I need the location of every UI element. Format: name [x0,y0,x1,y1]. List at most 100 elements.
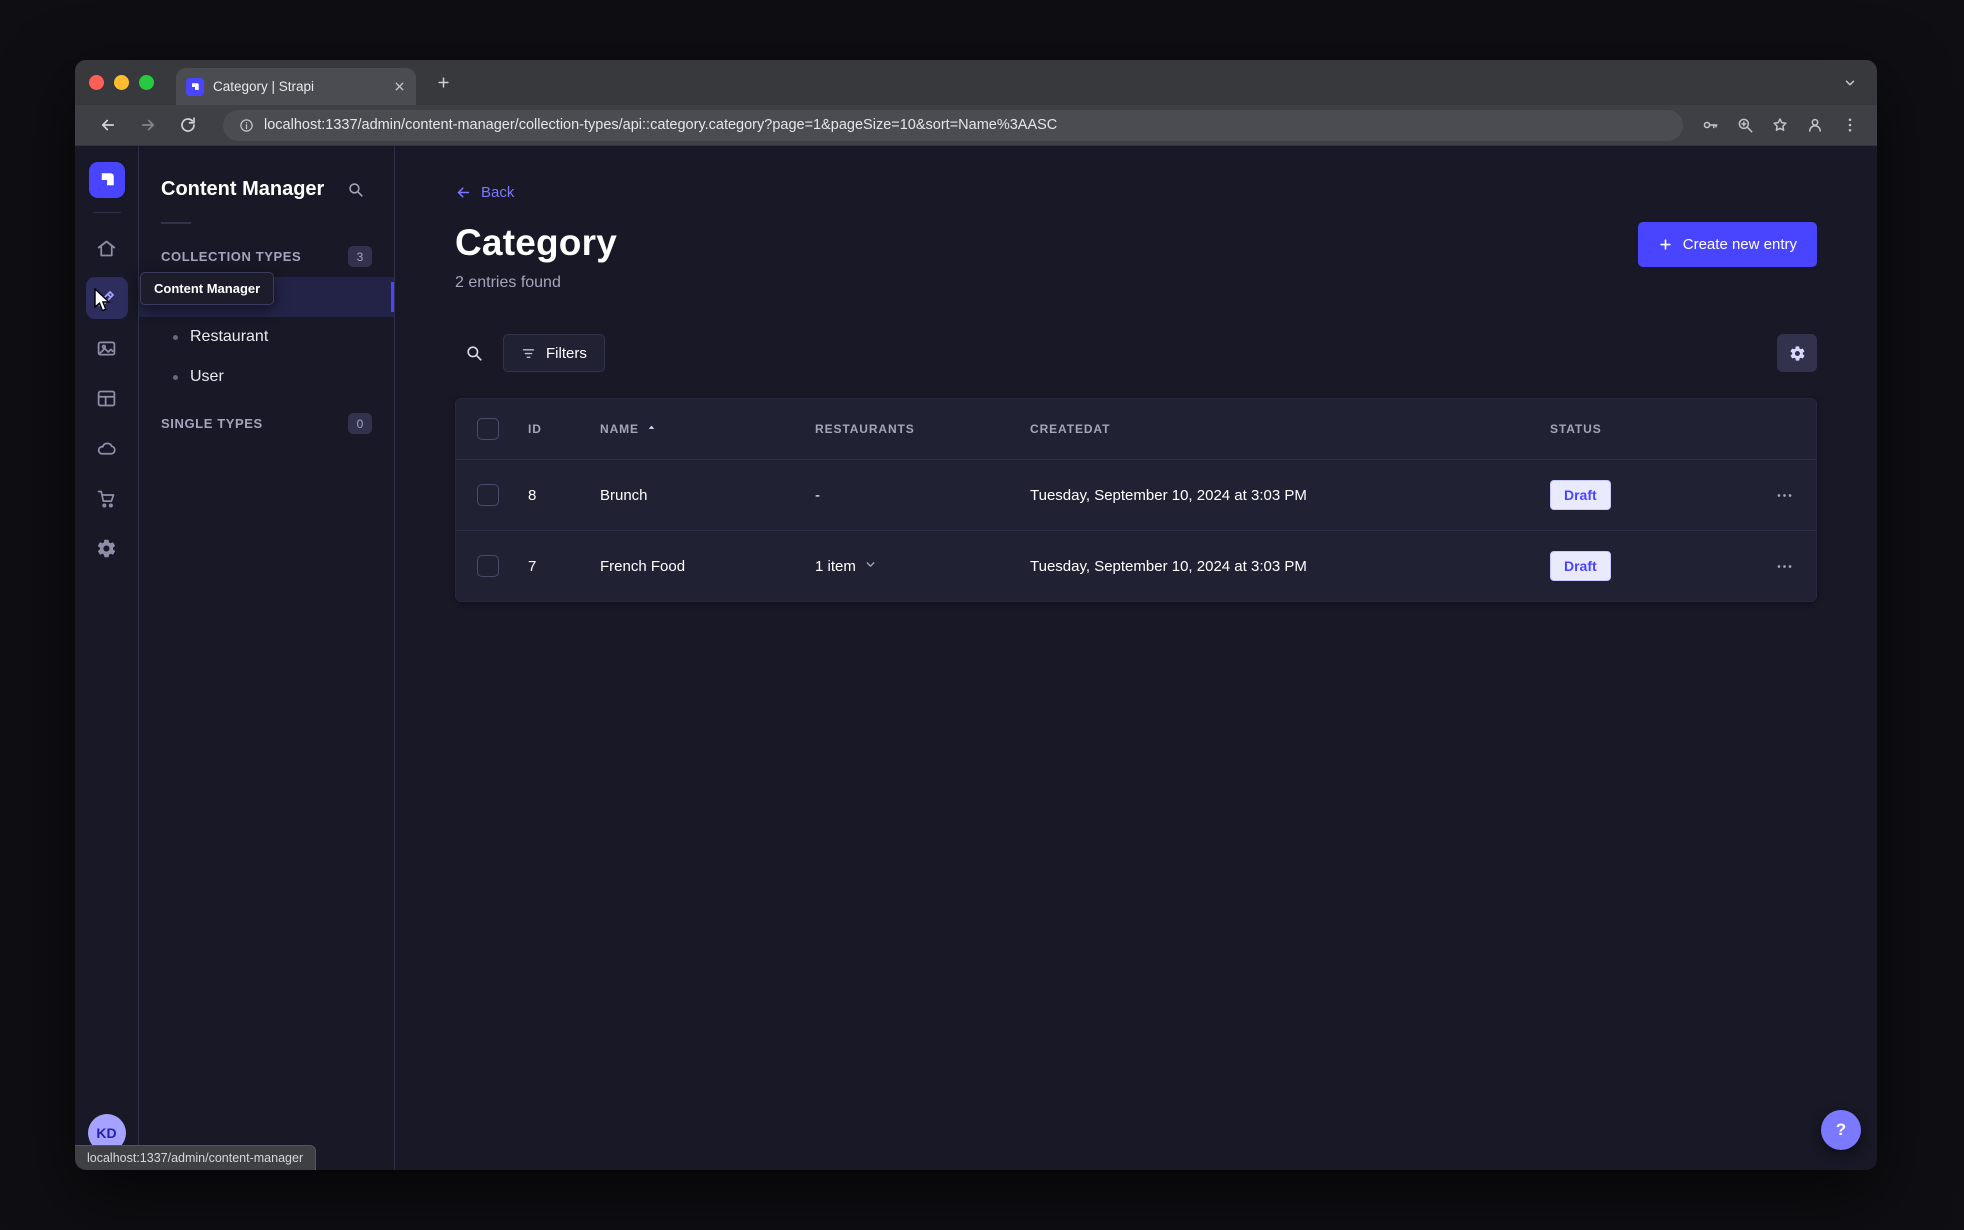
row-checkbox[interactable] [477,555,499,577]
select-all-checkbox[interactable] [477,418,499,440]
filter-icon [522,348,535,358]
entries-count: 2 entries found [455,274,561,291]
reload-icon[interactable] [171,108,205,142]
browser-profile-icon[interactable] [1806,116,1824,134]
title-block: Category 2 entries found [455,222,617,292]
single-types-section: SINGLE TYPES 0 [139,403,394,444]
bullet-icon [173,374,178,380]
subnav-search-icon[interactable] [338,172,372,206]
create-new-entry-label: Create new entry [1682,236,1797,253]
sort-ascending-caret-icon[interactable] [646,422,657,436]
back-link[interactable]: Back [455,184,514,201]
close-window-button[interactable] [89,75,104,90]
nav-media-library-icon[interactable] [86,327,128,369]
fullscreen-window-button[interactable] [139,75,154,90]
browser-menu-kebab-icon[interactable] [1841,116,1859,134]
strapi-favicon-icon [186,77,204,96]
row-actions-menu-icon[interactable] [1752,486,1816,505]
password-key-icon[interactable] [1701,116,1719,134]
search-icon[interactable] [455,334,493,372]
browser-tab-active[interactable]: Category | Strapi [176,68,416,105]
view-settings-gear-button[interactable] [1777,334,1817,372]
main-content: Back Category 2 entries found Create new… [395,146,1877,1170]
tab-title: Category | Strapi [213,79,315,94]
new-tab-button[interactable] [428,68,458,98]
url-bar[interactable]: localhost:1337/admin/content-manager/col… [223,109,1683,141]
cell-restaurants: - [815,486,820,504]
col-header-id[interactable]: ID [520,422,592,436]
cell-createdat: Tuesday, September 10, 2024 at 3:03 PM [1030,486,1307,504]
window-controls [89,75,154,90]
plus-icon [1660,239,1671,250]
restaurants-count: 1 item [815,557,856,575]
nav-deploy-cloud-icon[interactable] [86,427,128,469]
row-checkbox[interactable] [477,484,499,506]
tab-close-icon[interactable] [393,80,406,93]
forward-nav-icon[interactable] [131,108,165,142]
link-status-bubble: localhost:1337/admin/content-manager [75,1145,317,1170]
subnav-header: Content Manager [139,172,394,206]
col-header-createdat[interactable]: CREATEDAT [1022,422,1542,436]
collection-types-section: COLLECTION TYPES 3 [139,236,394,277]
strapi-admin-app: KD Content Manager COLLECTION TYPES 3 Ca… [75,146,1877,1170]
subnav-divider [161,222,191,224]
nav-marketplace-cart-icon[interactable] [86,477,128,519]
page-header: Category 2 entries found Create new entr… [455,222,1817,292]
tab-search-chevron-icon[interactable] [1837,70,1863,96]
status-badge: Draft [1550,551,1611,581]
subnav-title: Content Manager [161,177,325,200]
nav-content-type-builder-icon[interactable] [86,377,128,419]
list-controls: Filters [455,334,1817,372]
filters-button[interactable]: Filters [503,334,605,372]
status-badge: Draft [1550,480,1611,510]
table-row[interactable]: 7 French Food 1 item Tuesday, September … [456,530,1816,601]
cell-createdat: Tuesday, September 10, 2024 at 3:03 PM [1030,557,1307,575]
strapi-logo[interactable] [88,162,125,198]
cell-name: French Food [600,557,686,575]
col-header-status[interactable]: STATUS [1542,422,1752,436]
row-checkbox-cell [456,484,520,506]
toolbar-right-icons [1701,116,1861,134]
back-label: Back [481,184,515,201]
minimize-window-button[interactable] [114,75,129,90]
page-info-icon[interactable] [239,118,254,133]
table-row[interactable]: 8 Brunch - Tuesday, September 10, 2024 a… [456,459,1816,530]
table-header-row: ID NAME RESTAURANTS CREATEDAT STATUS [456,399,1816,459]
help-button[interactable]: ? [1821,1110,1861,1150]
col-header-restaurants[interactable]: RESTAURANTS [807,422,1022,436]
cell-name: Brunch [600,486,648,504]
col-header-name[interactable]: NAME [592,422,807,436]
single-types-label: SINGLE TYPES [161,416,263,431]
filters-label: Filters [546,344,587,362]
gear-icon [1790,345,1804,361]
header-checkbox-cell [456,418,520,440]
bookmark-star-icon[interactable] [1771,116,1789,134]
chevron-down-icon[interactable] [864,558,877,575]
rail-divider [92,212,121,213]
cell-id: 8 [528,486,537,504]
browser-toolbar: localhost:1337/admin/content-manager/col… [75,105,1877,146]
browser-tabstrip: Category | Strapi [75,60,1877,105]
subnav-item-label: Restaurant [190,328,269,345]
page-title: Category [455,222,617,263]
cell-restaurants: 1 item [807,558,1022,575]
create-new-entry-button[interactable]: Create new entry [1637,222,1817,267]
subnav-item-user[interactable]: User [139,357,394,397]
mouse-cursor [94,288,111,312]
browser-window: Category | Strapi localhost:1337/admin/c… [75,60,1877,1170]
row-actions-menu-icon[interactable] [1752,557,1816,576]
nav-settings-gear-icon[interactable] [86,527,128,569]
cell-status: Draft [1542,551,1752,581]
subnav-item-restaurant[interactable]: Restaurant [139,317,394,357]
collection-types-count-badge: 3 [348,246,372,267]
content-manager-tooltip: Content Manager [140,272,275,305]
row-checkbox-cell [456,555,520,577]
back-nav-icon[interactable] [91,108,125,142]
entries-table: ID NAME RESTAURANTS CREATEDAT STATUS 8 B… [455,398,1817,602]
bullet-icon [173,334,178,340]
single-types-count-badge: 0 [348,413,372,434]
collection-types-label: COLLECTION TYPES [161,249,302,264]
nav-home-icon[interactable] [86,227,128,269]
back-arrow-icon [457,187,470,198]
zoom-icon[interactable] [1736,116,1754,134]
